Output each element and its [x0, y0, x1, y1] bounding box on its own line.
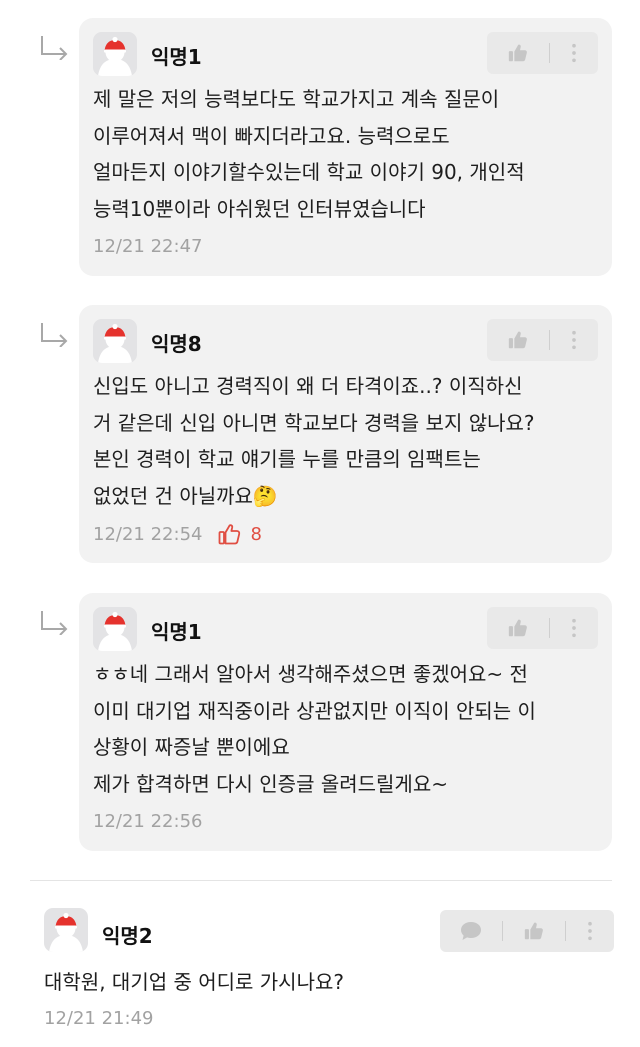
comment-actions [487, 607, 598, 649]
avatar-icon[interactable] [44, 908, 88, 952]
comment-line: 능력10뿐이라 아쉬웠던 인터뷰였습니다 [93, 196, 426, 221]
comment-line: 이미 대기업 재직중이라 상관없지만 이직이 안되는 이 [93, 698, 536, 723]
comment-card: 익명1 ㅎㅎ네 그래서 알아서 생각해주셨으면 좋겠어요~ 전 이미 대기업 재… [79, 593, 612, 851]
more-button[interactable] [566, 910, 614, 952]
comment-actions [440, 910, 614, 952]
comment-line: 거 같은데 신입 아니면 학교보다 경력을 보지 않나요? [93, 410, 535, 435]
like-count-value: 8 [250, 523, 262, 545]
thumbs-up-icon [507, 329, 529, 351]
avatar-icon[interactable] [93, 32, 137, 76]
thumbs-up-outline-icon [219, 524, 241, 545]
comment-line: 본인 경력이 학교 얘기를 누를 만큼의 임팩트는 [93, 447, 481, 471]
avatar-icon[interactable] [93, 607, 137, 651]
timestamp: 12/21 22:54 [93, 523, 203, 545]
comment-line: 상황이 짜증날 뿐이에요 [93, 735, 290, 759]
thumbs-up-icon [507, 617, 529, 639]
reply-arrow-icon [38, 34, 72, 60]
reply-arrow-icon [38, 609, 72, 635]
more-vertical-icon [571, 618, 577, 638]
comment-body: 제 말은 저의 능력보다도 학교가지고 계속 질문이 이루어져서 맥이 빠지더라… [93, 81, 605, 227]
comment-line: 이루어져서 맥이 빠지더라고요. 능력으로도 [93, 123, 450, 148]
comment-body: 대학원, 대기업 중 어디로 가시나요? [44, 964, 556, 1001]
comment-divider [30, 880, 612, 881]
comment-line: 제 말은 저의 능력보다도 학교가지고 계속 질문이 [93, 87, 500, 111]
comment-body: 신입도 아니고 경력직이 왜 더 타격이죠..? 이직하신 거 같은데 신입 아… [93, 368, 605, 514]
comment-meta: 12/21 22:56 [93, 811, 202, 832]
author-name[interactable]: 익명8 [151, 328, 202, 357]
comment-bubble-icon [461, 922, 481, 940]
comment-actions [487, 32, 598, 74]
like-button[interactable] [503, 910, 565, 952]
timestamp: 12/21 22:47 [93, 236, 203, 257]
author-name[interactable]: 익명1 [151, 41, 202, 70]
author-name[interactable]: 익명2 [102, 920, 153, 949]
comment-line: 얼마든지 이야기할수있는데 학교 이야기 90, 개인적 [93, 160, 525, 184]
avatar-icon[interactable] [93, 319, 137, 363]
more-vertical-icon [571, 43, 577, 63]
comment-meta: 12/21 22:54 8 [93, 523, 262, 545]
reply-button[interactable] [440, 910, 502, 952]
more-button[interactable] [550, 607, 598, 649]
comment-meta: 12/21 21:49 [44, 1008, 153, 1029]
comment-meta: 12/21 22:47 [93, 236, 202, 257]
timestamp: 12/21 22:56 [93, 811, 203, 832]
comment-line: 신입도 아니고 경력직이 왜 더 타격이죠..? 이직하신 [93, 374, 523, 398]
like-count: 8 [218, 523, 262, 545]
comment-actions [487, 319, 598, 361]
like-button[interactable] [487, 319, 549, 361]
like-button[interactable] [487, 32, 549, 74]
comment-line: ㅎㅎ네 그래서 알아서 생각해주셨으면 좋겠어요~ 전 [93, 662, 528, 686]
comment-body: ㅎㅎ네 그래서 알아서 생각해주셨으면 좋겠어요~ 전 이미 대기업 재직중이라… [93, 656, 605, 802]
comment-card: 익명8 신입도 아니고 경력직이 왜 더 타격이죠..? 이직하신 거 같은데 … [79, 305, 612, 563]
author-name[interactable]: 익명1 [151, 616, 202, 645]
thumbs-up-icon [523, 920, 545, 942]
thumbs-up-icon [507, 42, 529, 64]
like-button[interactable] [487, 607, 549, 649]
more-vertical-icon [587, 921, 593, 941]
more-button[interactable] [550, 32, 598, 74]
comment-line: 없었던 건 아닐까요🤔 [93, 483, 278, 508]
timestamp: 12/21 21:49 [44, 1008, 154, 1029]
comment-line: 대학원, 대기업 중 어디로 가시나요? [44, 970, 345, 994]
comment-line: 제가 합격하면 다시 인증글 올려드릴게요~ [93, 771, 448, 796]
more-vertical-icon [571, 330, 577, 350]
more-button[interactable] [550, 319, 598, 361]
comment-card: 익명1 제 말은 저의 능력보다도 학교가지고 계속 질문이 이루어져서 맥이 … [79, 18, 612, 276]
reply-arrow-icon [38, 321, 72, 347]
